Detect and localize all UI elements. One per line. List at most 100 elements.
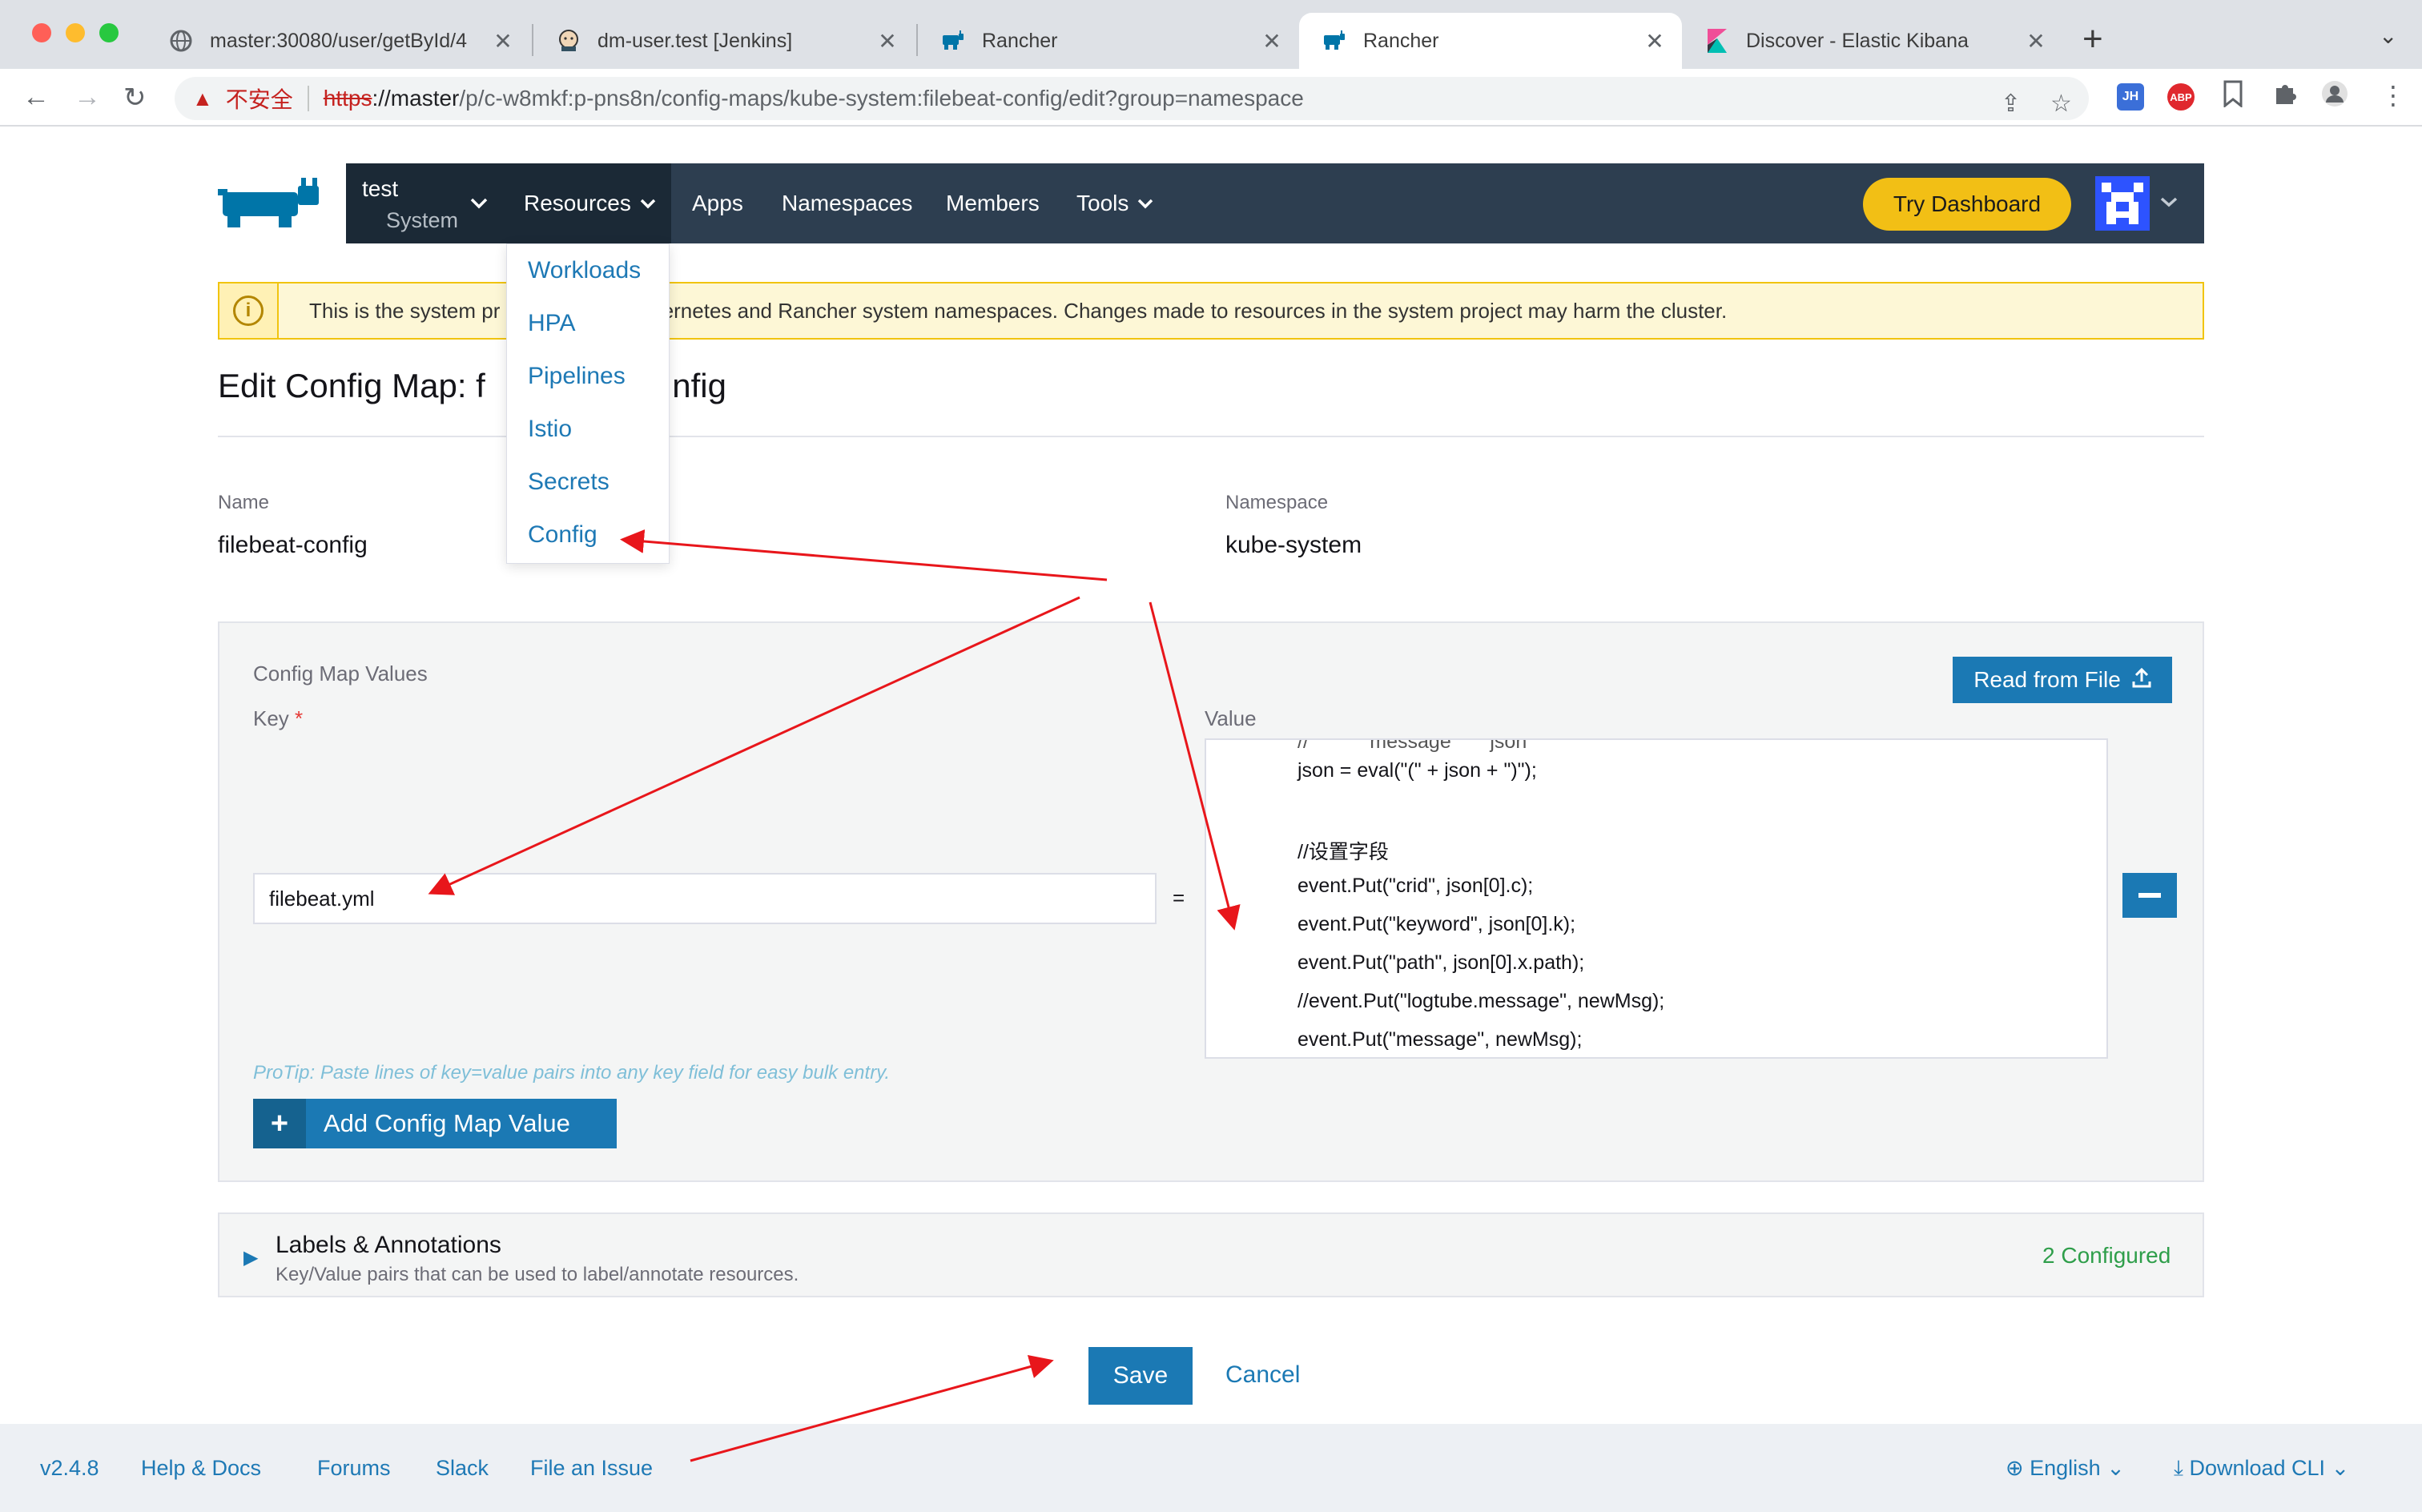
file-issue-link[interactable]: File an Issue [530, 1456, 653, 1481]
cancel-button[interactable]: Cancel [1225, 1361, 1300, 1389]
code-line: event.Put("crid", json[0].c); [1298, 875, 1534, 897]
language-label: English [2030, 1456, 2101, 1480]
back-arrow-icon[interactable]: ← [22, 82, 50, 113]
add-config-map-value-button[interactable]: + Add Config Map Value [253, 1099, 617, 1148]
reading-list-icon[interactable] [2222, 80, 2244, 114]
url-path: /p/c-w8mkf:p-pns8n/config-maps/kube-syst… [459, 86, 1304, 111]
try-dashboard-button[interactable]: Try Dashboard [1863, 178, 2071, 231]
url-scheme: https [323, 86, 372, 111]
extensions-puzzle-icon[interactable] [2271, 80, 2299, 114]
browser-tab[interactable]: master:30080/user/getById/4 ✕ [146, 13, 530, 69]
labels-annotations-accordion[interactable]: ▶ Labels & Annotations Key/Value pairs t… [218, 1212, 2204, 1297]
window-zoom-button[interactable] [99, 23, 119, 42]
help-docs-link[interactable]: Help & Docs [141, 1456, 261, 1481]
config-map-values-panel: Config Map Values Key * Value Read from … [218, 621, 2204, 1182]
close-icon[interactable]: ✕ [2020, 28, 2052, 54]
forward-arrow-icon[interactable]: → [74, 82, 101, 113]
nav-apps-label: Apps [692, 191, 743, 215]
name-label: Name [218, 492, 270, 513]
chevron-down-icon: ⌄ [2106, 1456, 2125, 1480]
menu-item-config[interactable]: Config [528, 521, 597, 549]
resources-dropdown-menu: Workloads HPA Pipelines Istio Secrets Co… [506, 243, 670, 564]
read-from-file-button[interactable]: Read from File [1953, 657, 2172, 703]
close-icon[interactable]: ✕ [871, 28, 903, 54]
value-label: Value [1205, 706, 1257, 730]
code-line: event.Put("keyword", json[0].k); [1298, 913, 1576, 935]
window-close-button[interactable] [32, 23, 51, 42]
nav-members[interactable]: Members [946, 163, 1040, 243]
globe-icon [168, 28, 194, 54]
tab-search-button[interactable]: ⌄ [2379, 22, 2397, 49]
tab-title: Discover - Elastic Kibana [1746, 29, 1969, 52]
labels-subtitle: Key/Value pairs that can be used to labe… [276, 1264, 799, 1285]
menu-item-hpa[interactable]: HPA [528, 310, 575, 337]
code-line: event.Put("path", json[0].x.path); [1298, 951, 1585, 974]
reload-icon[interactable]: ↻ [123, 82, 147, 114]
nav-tools-label: Tools [1076, 191, 1129, 215]
menu-item-secrets[interactable]: Secrets [528, 468, 610, 496]
nav-members-label: Members [946, 191, 1040, 215]
name-value: filebeat-config [218, 532, 368, 558]
browser-tab[interactable]: dm-user.test [Jenkins] ✕ [533, 13, 915, 69]
project-switcher[interactable]: test System [346, 163, 506, 243]
nav-namespaces-label: Namespaces [782, 191, 913, 215]
nav-resources[interactable]: Resources [506, 163, 671, 243]
browser-tab-active[interactable]: Rancher ✕ [1299, 13, 1682, 69]
forums-link[interactable]: Forums [317, 1456, 391, 1481]
remove-row-button[interactable] [2122, 873, 2177, 918]
jh-extension-icon[interactable]: JH [2117, 83, 2144, 111]
rancher-top-nav: test System Resources Apps Namespaces Me… [346, 163, 2204, 243]
download-cli-link[interactable]: ⤓ Download CLI ⌄ [2174, 1456, 2349, 1482]
close-icon[interactable]: ✕ [487, 28, 519, 54]
nav-apps[interactable]: Apps [692, 163, 743, 243]
address-bar[interactable]: ▲ 不安全 https ://master /p/c-w8mkf:p-pns8n… [175, 77, 2089, 120]
nav-namespaces[interactable]: Namespaces [782, 163, 912, 243]
new-tab-button[interactable]: + [2082, 19, 2103, 59]
rancher-logo[interactable] [218, 178, 330, 233]
browser-toolbar: ← → ↻ ▲ 不安全 https ://master /p/c-w8mkf:p… [0, 69, 2422, 127]
browser-menu-icon[interactable]: ⋮ [2380, 80, 2406, 111]
window-minimize-button[interactable] [66, 23, 85, 42]
add-config-map-value-label: Add Config Map Value [324, 1109, 570, 1137]
read-from-file-label: Read from File [1973, 667, 2121, 692]
nav-tools[interactable]: Tools [1076, 163, 1154, 243]
url-host: ://master [372, 86, 460, 111]
code-line: //设置字段 [1298, 841, 1389, 863]
share-icon[interactable]: ⇪ [2001, 90, 2021, 118]
chevron-down-icon: ⌄ [2331, 1456, 2350, 1480]
equals-sign: = [1173, 886, 1185, 910]
close-icon[interactable]: ✕ [1256, 28, 1288, 54]
labels-count: 2 Configured [2042, 1243, 2171, 1268]
user-avatar[interactable] [2095, 176, 2150, 231]
save-button[interactable]: Save [1088, 1347, 1193, 1405]
labels-title: Labels & Annotations [276, 1232, 501, 1258]
page-footer: v2.4.8 Help & Docs Forums Slack File an … [0, 1424, 2422, 1512]
chevron-down-icon[interactable] [2159, 191, 2179, 213]
namespace-label: Namespace [1225, 492, 1329, 513]
slack-link[interactable]: Slack [436, 1456, 489, 1481]
browser-tabstrip: master:30080/user/getById/4 ✕ dm-user.te… [0, 0, 2422, 69]
close-icon[interactable]: ✕ [1639, 28, 1671, 54]
key-input[interactable]: filebeat.yml [253, 873, 1157, 924]
value-textarea[interactable]: // message json json = eval("(" + json +… [1205, 738, 2108, 1059]
browser-tab[interactable]: Rancher ✕ [918, 13, 1299, 69]
bookmark-star-icon[interactable]: ☆ [2050, 90, 2072, 118]
menu-item-istio[interactable]: Istio [528, 416, 572, 443]
adblock-extension-icon[interactable]: ABP [2167, 83, 2195, 111]
menu-item-workloads[interactable]: Workloads [528, 257, 641, 284]
profile-avatar-icon[interactable] [2321, 80, 2348, 114]
plus-icon: + [253, 1099, 306, 1148]
key-label: Key * [253, 706, 303, 731]
menu-item-pipelines[interactable]: Pipelines [528, 363, 626, 390]
protip-text: ProTip: Paste lines of key=value pairs i… [253, 1062, 891, 1084]
browser-tab[interactable]: Discover - Elastic Kibana ✕ [1682, 13, 2063, 69]
info-icon: i [219, 284, 279, 338]
key-label-text: Key [253, 706, 289, 730]
project-name: test [362, 176, 399, 201]
version-link[interactable]: v2.4.8 [40, 1456, 99, 1481]
tab-title: master:30080/user/getById/4 [210, 29, 468, 52]
warning-triangle-icon: ▲ [192, 86, 213, 111]
globe-icon: ⊕ [2006, 1456, 2024, 1480]
language-selector[interactable]: ⊕ English ⌄ [2006, 1456, 2125, 1481]
expand-triangle-icon[interactable]: ▶ [243, 1246, 258, 1269]
